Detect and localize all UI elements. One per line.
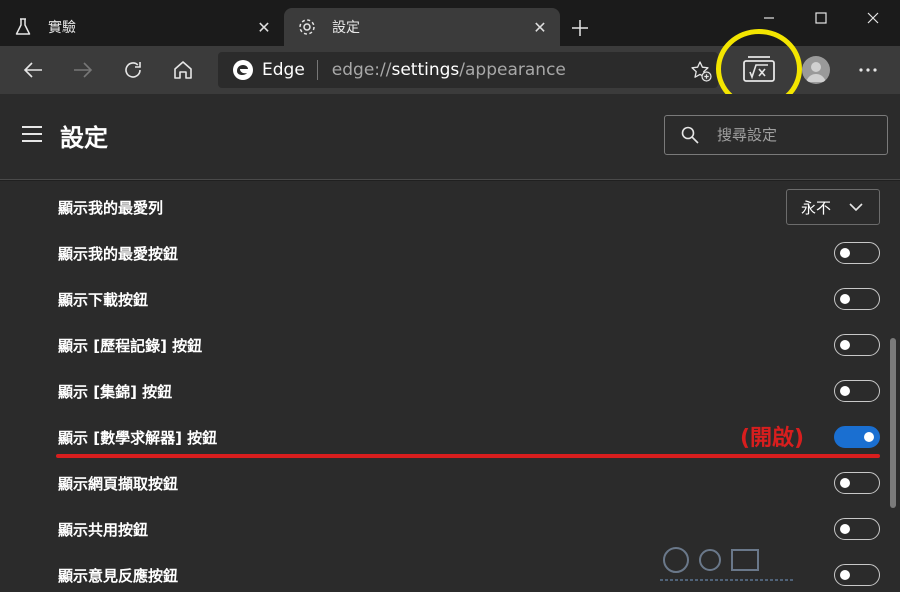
setting-label: 顯示 [數學求解器] 按鈕 <box>58 428 218 447</box>
feedback-button-toggle[interactable] <box>834 564 880 586</box>
web-capture-button-toggle[interactable] <box>834 472 880 494</box>
annotation-label: (開啟) <box>740 426 805 451</box>
watermark-logo <box>660 547 794 581</box>
setting-label: 顯示網頁擷取按鈕 <box>58 474 179 493</box>
select-value: 永不 <box>801 198 832 217</box>
downloads-button-toggle[interactable] <box>834 288 880 310</box>
setting-label: 顯示我的最愛列 <box>58 198 164 217</box>
search-input[interactable] <box>717 126 867 144</box>
setting-row-downloads-button: 顯示下載按鈕 <box>58 276 880 322</box>
flask-icon <box>14 18 32 36</box>
edge-logo-icon <box>233 60 253 80</box>
more-options-button[interactable] <box>852 56 884 84</box>
setting-label: 顯示 [集錦] 按鈕 <box>58 382 173 401</box>
address-bar[interactable]: Edge edge://settings/appearance <box>218 52 718 88</box>
setting-label: 顯示下載按鈕 <box>58 290 149 309</box>
settings-search[interactable] <box>664 115 888 155</box>
new-tab-button[interactable] <box>566 14 594 42</box>
setting-row-history-button: 顯示 [歷程記錄] 按鈕 <box>58 322 880 368</box>
chevron-down-icon <box>849 203 863 211</box>
math-solver-button[interactable] <box>739 54 779 84</box>
favorites-bar-select[interactable]: 永不 <box>786 189 880 225</box>
user-icon <box>806 62 826 82</box>
tab-experiments[interactable]: 實驗 ✕ <box>0 8 284 46</box>
profile-avatar[interactable] <box>802 56 830 84</box>
setting-row-favorites-button: 顯示我的最愛按鈕 <box>58 230 880 276</box>
setting-row-web-capture-button: 顯示網頁擷取按鈕 <box>58 460 880 506</box>
share-button-toggle[interactable] <box>834 518 880 540</box>
back-button[interactable] <box>16 54 50 86</box>
annotation-underline <box>56 454 880 458</box>
close-tab-icon[interactable]: ✕ <box>528 15 552 39</box>
tab-settings[interactable]: 設定 ✕ <box>284 8 560 46</box>
home-button[interactable] <box>166 54 200 86</box>
math-solver-icon <box>743 56 775 82</box>
scrollbar-thumb[interactable] <box>890 338 896 508</box>
math-solver-button-toggle[interactable] <box>834 426 880 448</box>
settings-header: 設定 <box>0 94 900 180</box>
minimize-button[interactable] <box>746 4 792 32</box>
add-favorite-icon[interactable] <box>690 60 712 82</box>
refresh-button[interactable] <box>116 54 150 86</box>
setting-label: 顯示意見反應按鈕 <box>58 566 179 585</box>
setting-label: 顯示共用按鈕 <box>58 520 149 539</box>
setting-row-collections-button: 顯示 [集錦] 按鈕 <box>58 368 880 414</box>
tab-label: 設定 <box>332 20 360 36</box>
tab-label: 實驗 <box>48 20 76 36</box>
close-tab-icon[interactable]: ✕ <box>252 15 276 39</box>
collections-button-toggle[interactable] <box>834 380 880 402</box>
page-title: 設定 <box>60 124 108 152</box>
edge-brand-label: Edge <box>262 60 305 80</box>
close-window-button[interactable] <box>850 4 896 32</box>
maximize-button[interactable] <box>798 4 844 32</box>
gear-icon <box>298 18 316 36</box>
search-icon <box>681 126 699 144</box>
setting-row-favorites-bar: 顯示我的最愛列 永不 <box>58 184 880 230</box>
menu-icon[interactable] <box>22 126 42 142</box>
browser-window: 實驗 ✕ 設定 ✕ Edge edge://settings/appearanc… <box>0 0 900 592</box>
omnibox-separator <box>316 60 318 80</box>
setting-label: 顯示我的最愛按鈕 <box>58 244 179 263</box>
setting-label: 顯示 [歷程記錄] 按鈕 <box>58 336 203 355</box>
history-button-toggle[interactable] <box>834 334 880 356</box>
favorites-button-toggle[interactable] <box>834 242 880 264</box>
ellipsis-icon <box>859 68 877 72</box>
forward-button[interactable] <box>66 54 100 86</box>
url-text: edge://settings/appearance <box>331 60 566 80</box>
